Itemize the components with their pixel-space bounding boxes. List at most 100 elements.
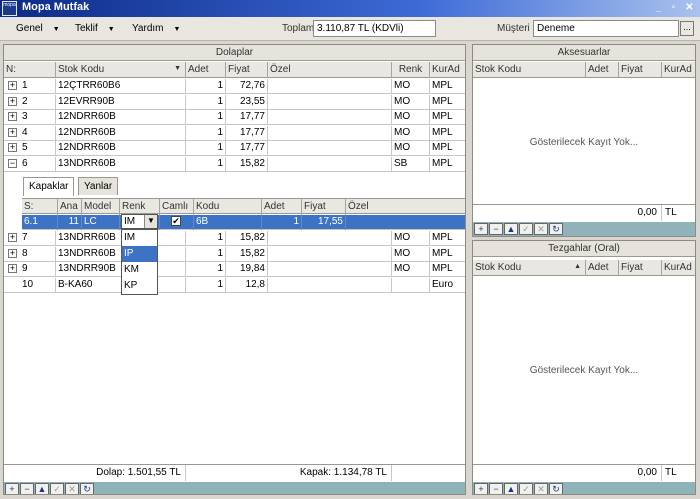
remove-icon[interactable]: − (20, 483, 34, 494)
refresh-icon[interactable]: ↻ (549, 483, 563, 494)
menu-teklif[interactable]: Teklif ▼ (75, 23, 115, 34)
add-icon[interactable]: + (474, 483, 488, 494)
col-n[interactable]: N: (4, 62, 56, 78)
post-icon[interactable]: ✓ (519, 223, 533, 235)
renk-combo[interactable]: IM ▼ (121, 214, 158, 229)
camli-checkbox[interactable]: ✔ (171, 216, 181, 226)
expand-icon[interactable]: + (8, 233, 17, 242)
cell-renk: MO (392, 246, 430, 262)
col-fiyat[interactable]: Fiyat (226, 62, 268, 78)
col-fiyat[interactable]: Fiyat (619, 260, 662, 276)
cell-adet: 1 (186, 277, 226, 293)
customer-browse-button[interactable]: ... (680, 21, 694, 36)
remove-icon[interactable]: − (489, 223, 503, 235)
post-icon[interactable]: ✓ (519, 483, 533, 494)
cell-stok: 12EVRR90B (56, 94, 186, 110)
col-kurad[interactable]: KurAd (662, 260, 695, 276)
table-row[interactable]: 10 B-KA60 1 12,8 Euro (4, 277, 465, 293)
tab-kapaklar[interactable]: Kapaklar (23, 177, 75, 196)
renk-option-kp[interactable]: KP (122, 278, 157, 294)
col-fiyat[interactable]: Fiyat (619, 62, 662, 78)
add-icon[interactable]: + (474, 223, 488, 235)
cancel-icon[interactable]: ✕ (534, 483, 548, 494)
cell-fiyat: 17,77 (226, 125, 268, 141)
menu-yardim[interactable]: Yardım ▼ (132, 23, 180, 34)
col-adet[interactable]: Adet (586, 260, 619, 276)
renk-option-km[interactable]: KM (122, 262, 157, 278)
table-row[interactable]: 3 12NDRR60B 1 17,77 MO MPL + (4, 110, 465, 125)
table-row[interactable]: 6 13NDRR60B 1 15,82 SB MPL − (4, 156, 465, 172)
expand-icon[interactable]: + (8, 112, 17, 121)
col-stok-kodu[interactable]: Stok Kodu ▼ (56, 62, 186, 78)
expand-icon[interactable]: + (8, 143, 17, 152)
move-up-icon[interactable]: ▲ (504, 483, 518, 494)
table-row[interactable]: 9 13NDRR90B 1 19,84 MO MPL + (4, 262, 465, 277)
cell-ozel (268, 141, 392, 156)
post-icon[interactable]: ✓ (50, 483, 64, 494)
collapse-icon[interactable]: − (8, 158, 17, 168)
col-stok-kodu[interactable]: Stok Kodu (473, 62, 586, 78)
expand-icon[interactable]: + (8, 96, 17, 106)
close-button[interactable]: ✕ (683, 1, 696, 15)
move-up-icon[interactable]: ▲ (35, 483, 49, 494)
col-renk[interactable]: Renk (392, 62, 430, 78)
col-s[interactable]: S: (22, 199, 58, 215)
tab-yanlar[interactable]: Yanlar (78, 177, 119, 195)
table-row[interactable]: 8 13NDRR60B 1 15,82 MO MPL + (4, 246, 465, 262)
col-kurad[interactable]: KurAd (662, 62, 695, 78)
col-adet-detail[interactable]: Adet (262, 199, 302, 215)
cell-ozel (268, 125, 392, 141)
move-up-icon[interactable]: ▲ (504, 223, 518, 235)
expand-icon[interactable]: + (8, 264, 17, 273)
renk-option-ip[interactable]: IP (122, 246, 157, 262)
aksesuarlar-header: Stok Kodu Adet Fiyat KurAd (473, 62, 695, 78)
detail-row-selected[interactable]: 6.1 11 LC 6B 1 17,55 (22, 215, 465, 230)
cell-ozel (268, 79, 392, 94)
window-title: Mopa Mutfak (22, 1, 90, 13)
col-adet[interactable]: Adet (586, 62, 619, 78)
col-renk-detail[interactable]: Renk (120, 199, 160, 215)
col-camli[interactable]: Camlı (160, 199, 194, 215)
tezgahlar-header: Stok Kodu ▲ Adet Fiyat KurAd (473, 260, 695, 276)
cell-renk: MO (392, 79, 430, 94)
cell-stok: 12ÇTRR60B6 (56, 79, 186, 94)
add-icon[interactable]: + (5, 483, 19, 494)
remove-icon[interactable]: − (489, 483, 503, 494)
dolaplar-footer: Dolap: 1.501,55 TL Kapak: 1.134,78 TL (4, 464, 465, 481)
customer-field[interactable]: Deneme (533, 20, 679, 37)
col-ozel-detail[interactable]: Özel (346, 199, 465, 215)
table-row[interactable]: 1 12ÇTRR60B6 1 72,76 MO MPL + (4, 79, 465, 94)
expand-icon[interactable]: + (8, 81, 17, 90)
table-row[interactable]: 4 12NDRR60B 1 17,77 MO MPL + (4, 125, 465, 141)
cell-adet: 1 (186, 110, 226, 125)
cell-fiyat: 72,76 (226, 79, 268, 94)
renk-option-im[interactable]: IM (122, 230, 157, 246)
cancel-icon[interactable]: ✕ (65, 483, 79, 494)
total-label: Toplam (282, 23, 315, 34)
cell-ozel (268, 262, 392, 277)
col-model[interactable]: Model (82, 199, 120, 215)
table-row[interactable]: 5 12NDRR60B 1 17,77 MO MPL + (4, 141, 465, 156)
tezgahlar-navigator: + − ▲ ✓ ✕ ↻ (473, 482, 695, 494)
chevron-down-icon[interactable]: ▼ (144, 215, 157, 228)
chevron-down-icon: ▼ (52, 26, 60, 33)
col-adet[interactable]: Adet (186, 62, 226, 78)
col-kurad[interactable]: KurAd (430, 62, 465, 78)
col-fiyat-detail[interactable]: Fiyat (302, 199, 346, 215)
refresh-icon[interactable]: ↻ (80, 483, 94, 494)
expand-icon[interactable]: + (8, 248, 17, 258)
cell-adet: 1 (186, 125, 226, 141)
col-kodu[interactable]: Kodu (194, 199, 262, 215)
refresh-icon[interactable]: ↻ (549, 223, 563, 235)
menu-genel[interactable]: Genel ▼ (16, 23, 60, 34)
expand-icon[interactable]: + (8, 127, 17, 137)
table-row[interactable]: 2 12EVRR90B 1 23,55 MO MPL + (4, 94, 465, 110)
cell-ozel (268, 156, 392, 172)
col-stok-kodu[interactable]: Stok Kodu ▲ (473, 260, 586, 276)
col-ana[interactable]: Ana (58, 199, 82, 215)
cancel-icon[interactable]: ✕ (534, 223, 548, 235)
col-ozel[interactable]: Özel (268, 62, 392, 78)
table-row[interactable]: 7 13NDRR60B 1 15,82 MO MPL + (4, 231, 465, 246)
minimize-button[interactable]: _ (652, 1, 665, 15)
restore-button[interactable]: ▫ (667, 1, 680, 15)
